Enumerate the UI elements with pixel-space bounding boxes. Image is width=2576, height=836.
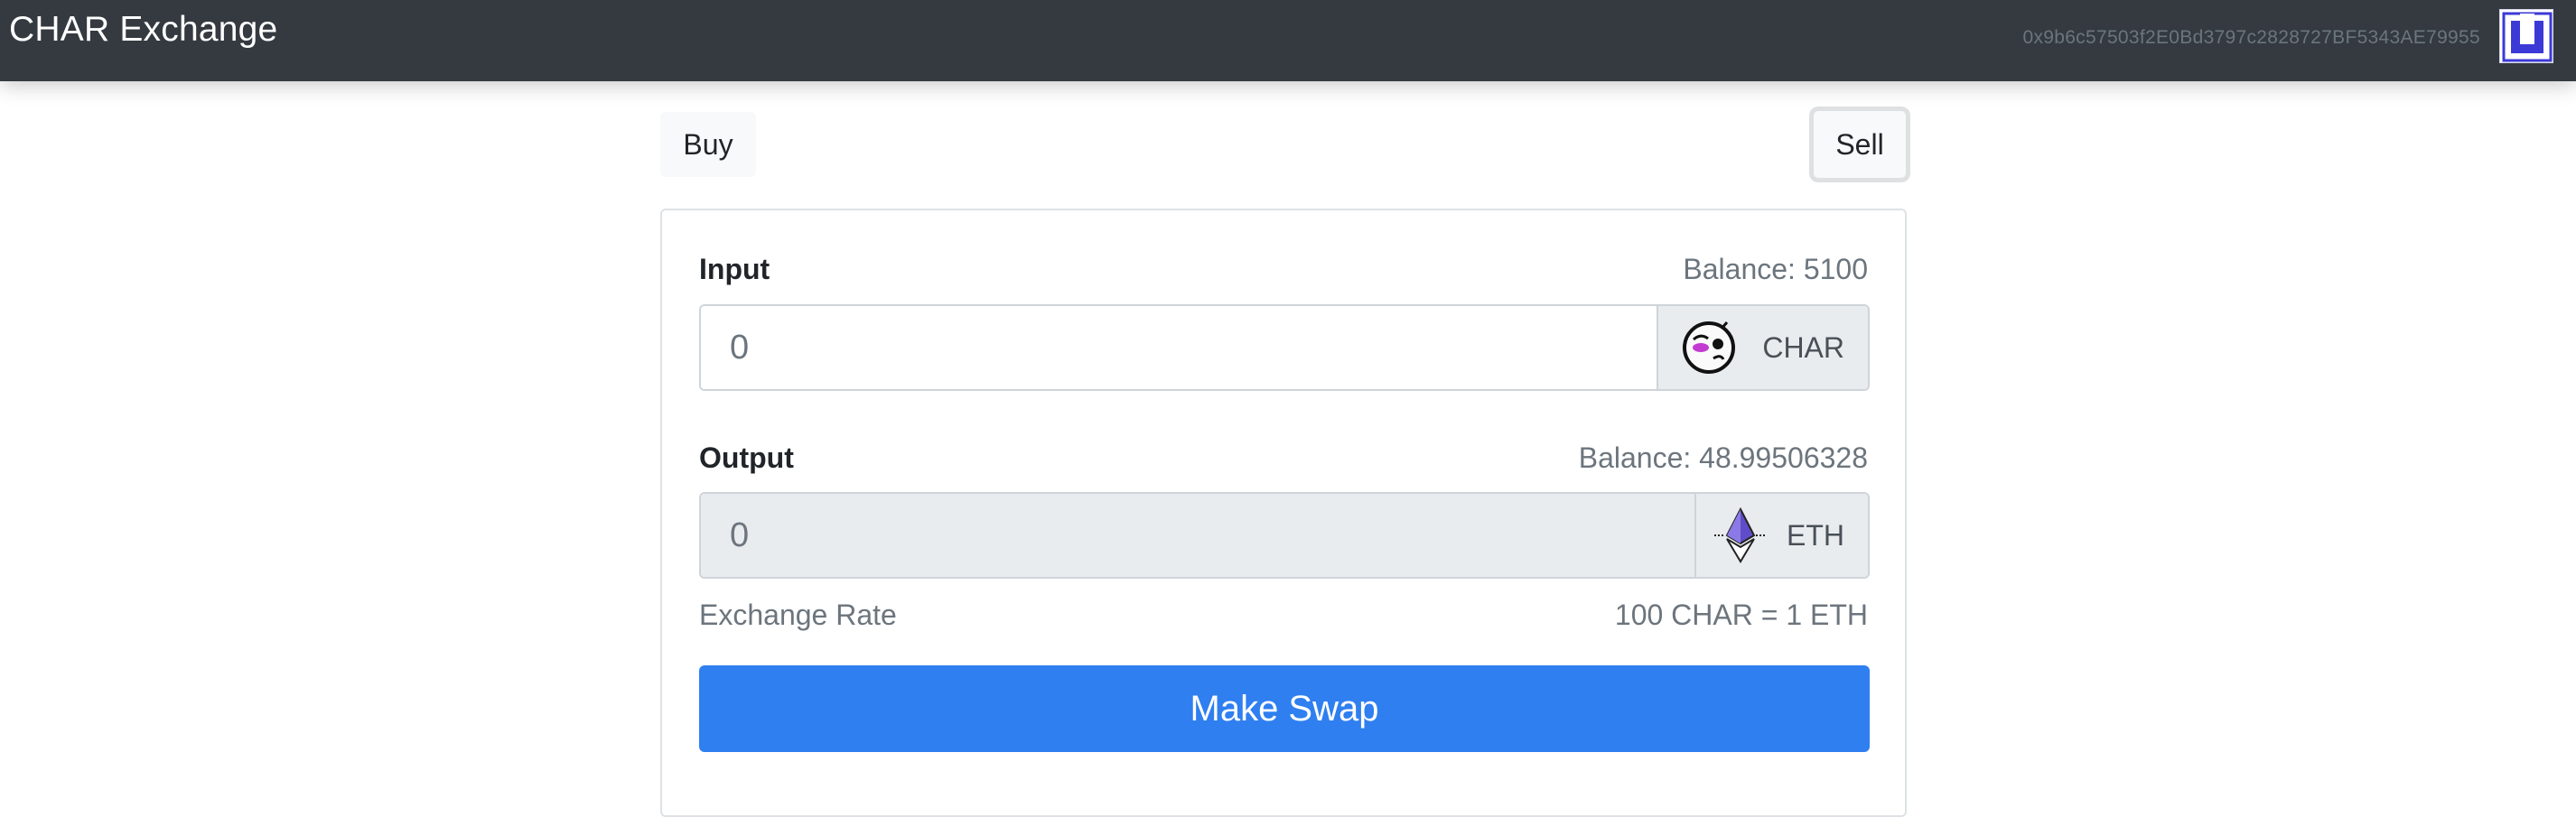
output-token-addon: ETH — [1694, 494, 1868, 577]
input-group: CHAR — [699, 304, 1870, 391]
exchange-rate-value: 100 CHAR = 1 ETH — [1614, 599, 1868, 631]
exchange-rate-label: Exchange Rate — [699, 599, 897, 631]
sell-tab[interactable]: Sell — [1809, 107, 1910, 182]
output-token-label: ETH — [1787, 518, 1844, 552]
input-balance: Balance: 5100 — [1683, 253, 1868, 285]
input-label: Input — [699, 253, 770, 285]
ethereum-icon — [1713, 507, 1769, 563]
account-address: 0x9b6c57503f2E0Bd3797c2828727BF5343AE799… — [2022, 27, 2480, 48]
input-amount-field[interactable] — [701, 306, 1657, 389]
buy-tab[interactable]: Buy — [660, 112, 756, 177]
output-amount-field — [701, 494, 1694, 577]
top-navbar: CHAR Exchange 0x9b6c57503f2E0Bd3797c2828… — [0, 0, 2576, 81]
output-label: Output — [699, 441, 794, 474]
input-token-label: CHAR — [1762, 330, 1844, 364]
output-balance: Balance: 48.99506328 — [1578, 441, 1868, 474]
brand-title[interactable]: CHAR Exchange — [9, 10, 277, 50]
swap-card: Input Balance: 5100 CHAR Output Balance:… — [660, 209, 1907, 817]
make-swap-button[interactable]: Make Swap — [699, 665, 1870, 752]
char-token-icon — [1681, 320, 1737, 376]
input-token-addon: CHAR — [1657, 306, 1868, 389]
uniswap-logo-icon[interactable] — [2499, 9, 2553, 63]
output-group: ETH — [699, 492, 1870, 579]
